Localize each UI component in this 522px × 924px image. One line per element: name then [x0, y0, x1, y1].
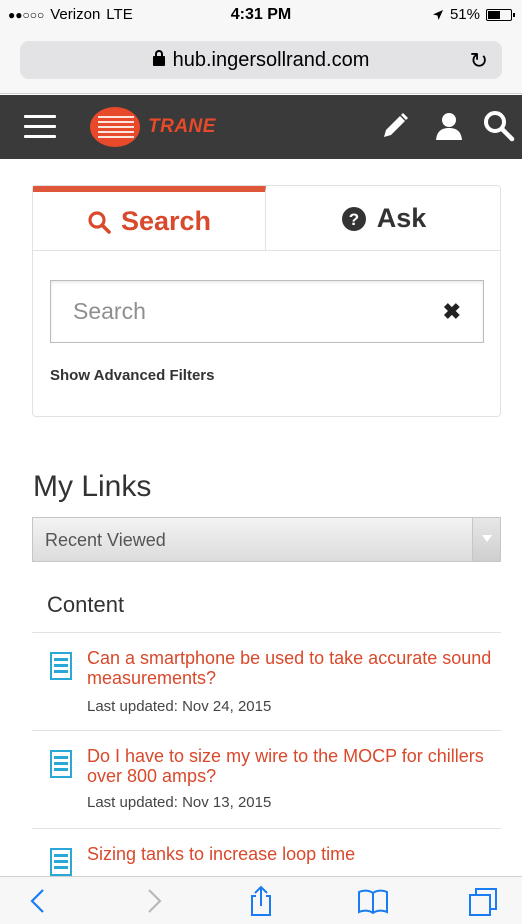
- document-icon: [50, 750, 72, 778]
- list-item[interactable]: Do I have to size my wire to the MOCP fo…: [32, 746, 501, 818]
- menu-line: [24, 125, 56, 128]
- document-icon: [50, 652, 72, 680]
- last-updated-text: Last updated: Nov 13, 2015: [87, 794, 272, 811]
- my-links-dropdown[interactable]: Recent Viewed: [32, 517, 501, 562]
- app-header: TRANE: [0, 95, 522, 159]
- divider: [32, 828, 501, 829]
- question-circle-icon: ?: [341, 206, 367, 232]
- divider: [32, 632, 501, 633]
- document-icon: [50, 848, 72, 876]
- svg-text:?: ?: [349, 210, 359, 229]
- chevron-down-icon[interactable]: [472, 518, 500, 561]
- trane-logo-mark: [90, 107, 140, 147]
- dropdown-selected-value: Recent Viewed: [45, 530, 166, 550]
- tab-ask-label: Ask: [376, 203, 427, 233]
- brand-logo[interactable]: TRANE: [90, 107, 216, 147]
- battery-icon: [486, 8, 515, 21]
- url-text: hub.ingersollrand.com: [172, 49, 370, 71]
- divider: [32, 730, 501, 731]
- battery-percent: 51%: [449, 6, 480, 23]
- browser-address-area: hub.ingersollrand.com ↻: [0, 30, 522, 94]
- search-input[interactable]: [51, 281, 411, 341]
- content-link[interactable]: Can a smartphone be used to take accurat…: [87, 648, 492, 688]
- list-item[interactable]: Sizing tanks to increase loop time: [32, 844, 501, 876]
- back-icon[interactable]: [22, 885, 56, 917]
- lock-icon: [152, 50, 165, 66]
- content-link[interactable]: Sizing tanks to increase loop time: [87, 844, 492, 864]
- close-x-icon[interactable]: ✖: [443, 299, 461, 325]
- last-updated-text: Last updated: Nov 24, 2015: [87, 698, 272, 715]
- menu-line: [24, 115, 56, 118]
- location-arrow-icon: [432, 9, 443, 20]
- address-bar[interactable]: hub.ingersollrand.com ↻: [20, 41, 502, 79]
- forward-icon[interactable]: [136, 885, 170, 917]
- search-tabs: Search ? Ask: [33, 186, 500, 251]
- share-icon[interactable]: [244, 885, 278, 917]
- tab-search-label: Search: [120, 206, 212, 236]
- search-card: Search ? Ask ✖ Show Advanced Filters: [32, 185, 501, 417]
- content-section-title: Content: [47, 592, 125, 617]
- reload-icon[interactable]: ↻: [470, 48, 488, 74]
- status-bar: ●●○○○ Verizon LTE 4:31 PM 51%: [0, 0, 522, 30]
- url-display[interactable]: hub.ingersollrand.com: [20, 49, 502, 72]
- browser-toolbar: [0, 876, 522, 924]
- user-icon[interactable]: [432, 109, 466, 143]
- show-advanced-filters-link[interactable]: Show Advanced Filters: [50, 367, 214, 384]
- tab-search[interactable]: Search: [33, 186, 266, 251]
- my-links-title: My Links: [33, 470, 152, 503]
- bookmarks-icon[interactable]: [356, 885, 390, 917]
- search-icon[interactable]: [482, 109, 516, 143]
- list-item[interactable]: Can a smartphone be used to take accurat…: [32, 648, 501, 720]
- hamburger-menu-icon[interactable]: [24, 115, 56, 139]
- pencil-icon[interactable]: [378, 109, 412, 143]
- tab-ask[interactable]: ? Ask: [266, 186, 501, 251]
- tabs-icon[interactable]: [466, 885, 500, 917]
- content-link[interactable]: Do I have to size my wire to the MOCP fo…: [87, 746, 492, 786]
- search-icon: [87, 210, 111, 234]
- menu-line: [24, 135, 56, 138]
- brand-name: TRANE: [148, 116, 216, 137]
- search-field: ✖: [50, 280, 484, 343]
- status-right: 51%: [432, 6, 515, 23]
- battery-level: [488, 10, 501, 19]
